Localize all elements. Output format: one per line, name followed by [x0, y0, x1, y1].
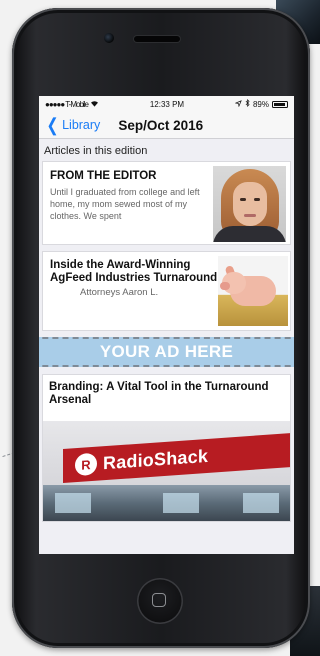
ad-placeholder-banner[interactable]: YOUR AD HERE — [39, 337, 294, 367]
battery-icon — [272, 100, 288, 108]
chevron-left-icon: ❮ — [46, 115, 59, 135]
editor-portrait-image — [213, 166, 286, 242]
home-square-icon — [152, 593, 166, 607]
article-card-agfeed[interactable]: Inside the Award-Winning AgFeed Industri… — [42, 251, 291, 331]
back-to-library-button[interactable]: ❮ Library — [45, 115, 101, 135]
radioshack-logo-icon: R — [75, 452, 97, 477]
article-excerpt: Until I graduated from college and left … — [50, 187, 200, 221]
article-card-branding[interactable]: Branding: A Vital Tool in the Turnaround… — [42, 374, 291, 522]
home-button[interactable] — [137, 578, 183, 624]
front-camera — [104, 33, 114, 43]
page-title: Sep/Oct 2016 — [118, 117, 204, 133]
location-icon — [234, 99, 242, 109]
article-title: Branding: A Vital Tool in the Turnaround… — [49, 381, 269, 406]
battery-percent: 89% — [252, 99, 269, 109]
store-sign: R RadioShack — [63, 432, 290, 484]
radioshack-store-image: R RadioShack — [43, 421, 290, 521]
status-time: 12:33 PM — [149, 99, 185, 109]
section-header: Articles in this edition — [39, 139, 294, 161]
phone-frame: ●●●●● T-Mobile 12:33 PM 89% ❮ Library Se… — [12, 8, 310, 648]
back-label: Library — [62, 118, 101, 132]
pig-image — [218, 256, 288, 326]
navigation-bar: ❮ Library Sep/Oct 2016 — [39, 112, 294, 139]
bluetooth-icon — [245, 99, 250, 109]
article-excerpt: Attorneys Aaron L. — [80, 287, 159, 298]
ad-banner-text: YOUR AD HERE — [99, 342, 234, 361]
status-bar: ●●●●● T-Mobile 12:33 PM 89% — [39, 96, 294, 112]
article-title: FROM THE EDITOR — [50, 170, 157, 182]
wifi-icon — [90, 100, 99, 109]
earpiece-speaker — [134, 36, 180, 42]
carrier-signal: ●●●●● T-Mobile — [45, 99, 89, 109]
article-title: Inside the Award-Winning AgFeed Industri… — [50, 259, 218, 284]
battery-level-fill — [274, 102, 285, 106]
phone-screen: ●●●●● T-Mobile 12:33 PM 89% ❮ Library Se… — [39, 96, 294, 554]
article-card-editor[interactable]: FROM THE EDITOR Until I graduated from c… — [42, 161, 291, 245]
store-sign-text: RadioShack — [103, 445, 209, 473]
